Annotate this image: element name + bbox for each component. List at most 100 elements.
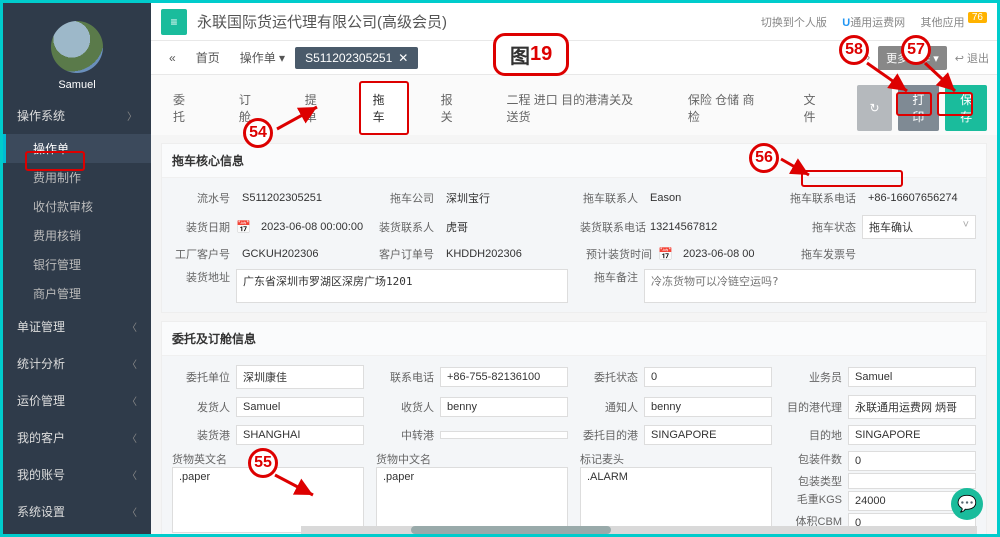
lbl-load-date: 装货日期 bbox=[172, 219, 236, 235]
notification-badge[interactable]: 76 bbox=[968, 12, 987, 23]
val-pkg-type bbox=[848, 473, 976, 489]
menu-group-doc[interactable]: 单证管理〈 bbox=[3, 308, 151, 345]
val-dest-agent: 永联通用运费网 炳哥 bbox=[848, 395, 976, 419]
sidebar-item-fee-create[interactable]: 费用制作 bbox=[3, 163, 151, 192]
sidebar-item-payment-audit[interactable]: 收付款审核 bbox=[3, 192, 151, 221]
select-tow-status[interactable]: 拖车确认˅ bbox=[862, 215, 976, 239]
menu-group-price[interactable]: 运价管理〈 bbox=[3, 382, 151, 419]
menu-group-operations[interactable]: 操作系统〉 bbox=[3, 97, 151, 134]
link-switch-personal[interactable]: 切换到个人版 bbox=[761, 17, 827, 29]
lbl-trans-port: 中转港 bbox=[376, 427, 440, 443]
tab-nav-fwd[interactable]: » bbox=[864, 52, 870, 64]
more-actions-button[interactable]: 更多操作 ▾ bbox=[878, 46, 947, 70]
sidebar-item-merchant-mgmt[interactable]: 商户管理 bbox=[3, 279, 151, 308]
subtab-insurance[interactable]: 保险 仓储 商检 bbox=[676, 83, 772, 133]
val-eng-name: .paper bbox=[172, 467, 364, 533]
menu-group-customer[interactable]: 我的客户〈 bbox=[3, 419, 151, 456]
lbl-tow-contact: 拖车联系人 bbox=[580, 190, 644, 206]
val-notify: benny bbox=[644, 397, 772, 417]
close-icon[interactable]: ✕ bbox=[398, 51, 408, 65]
val-serial-no: S511202305251 bbox=[236, 189, 364, 207]
menu-toggle-icon[interactable]: ≡ bbox=[161, 9, 187, 35]
menu-group-account[interactable]: 我的账号〈 bbox=[3, 456, 151, 493]
refresh-icon: ↻ bbox=[869, 101, 879, 115]
val-load-phone: 13214567812 bbox=[644, 218, 772, 236]
sidebar-item-bank-mgmt[interactable]: 银行管理 bbox=[3, 250, 151, 279]
val-pkg-count: 0 bbox=[848, 451, 976, 471]
tab-nav-back[interactable]: « bbox=[159, 47, 186, 69]
exit-button[interactable]: ↩ 退出 bbox=[955, 50, 989, 66]
val-load-date[interactable]: 2023-06-08 00:00:00 bbox=[255, 218, 364, 236]
calendar-icon[interactable]: 📅 bbox=[236, 220, 251, 234]
lbl-chn-name: 货物中文名 bbox=[376, 451, 437, 467]
save-button[interactable]: 保存 bbox=[945, 85, 987, 131]
lbl-dest-agent: 目的港代理 bbox=[784, 399, 848, 415]
subtab-bill[interactable]: 提单 bbox=[293, 83, 339, 133]
val-phone: +86-755-82136100 bbox=[440, 367, 568, 387]
lbl-notify: 通知人 bbox=[580, 399, 644, 415]
val-trans-port bbox=[440, 431, 568, 439]
lbl-load-port: 装货港 bbox=[172, 427, 236, 443]
link-other-apps[interactable]: 其他应用 bbox=[921, 17, 965, 29]
lbl-load-contact: 装货联系人 bbox=[376, 219, 440, 235]
sidebar-item-operation-sheet[interactable]: 操作单 bbox=[3, 134, 151, 163]
val-status: 0 bbox=[644, 367, 772, 387]
lbl-client: 委托单位 bbox=[172, 369, 236, 385]
subtab-trailer[interactable]: 拖车 bbox=[359, 81, 409, 135]
subtab-customs[interactable]: 报关 bbox=[429, 83, 475, 133]
val-load-contact: 虎哥 bbox=[440, 216, 568, 238]
lbl-sales: 业务员 bbox=[784, 369, 848, 385]
lbl-eng-name: 货物英文名 bbox=[172, 451, 233, 467]
val-consignee: benny bbox=[440, 397, 568, 417]
lbl-weight: 毛重KGS bbox=[784, 491, 848, 511]
lbl-status: 委托状态 bbox=[580, 369, 644, 385]
chat-fab[interactable]: 💬 bbox=[951, 488, 983, 520]
menu-group-stats[interactable]: 统计分析〈 bbox=[3, 345, 151, 382]
print-button[interactable]: 打印 bbox=[898, 85, 940, 131]
subtab-file[interactable]: 文件 bbox=[792, 83, 838, 133]
val-sales: Samuel bbox=[848, 367, 976, 387]
val-cust-order: KHDDH202306 bbox=[440, 245, 568, 263]
val-est-time[interactable]: 2023-06-08 00 bbox=[677, 245, 772, 263]
subtab-booking[interactable]: 订舱 bbox=[227, 83, 273, 133]
sidebar-item-fee-verify[interactable]: 费用核销 bbox=[3, 221, 151, 250]
lbl-load-addr: 装货地址 bbox=[172, 269, 236, 285]
val-tow-company: 深圳宝行 bbox=[440, 187, 568, 209]
lbl-invoice: 拖车发票号 bbox=[784, 246, 862, 262]
lbl-shipper: 发货人 bbox=[172, 399, 236, 415]
tab-current-order[interactable]: S511202305251✕ bbox=[295, 47, 418, 69]
horizontal-scrollbar[interactable] bbox=[301, 526, 977, 534]
user-name: Samuel bbox=[3, 79, 151, 91]
company-title: 永联国际货运代理有限公司(高级会员) bbox=[197, 11, 749, 32]
subtab-entrust[interactable]: 委托 bbox=[161, 83, 207, 133]
input-load-addr[interactable]: 广东省深圳市罗湖区深房广场1201 bbox=[236, 269, 568, 303]
lbl-factory: 工厂客户号 bbox=[172, 246, 236, 262]
refresh-button[interactable]: ↻ bbox=[857, 85, 891, 131]
lbl-cust-order: 客户订单号 bbox=[376, 246, 440, 262]
input-remark[interactable] bbox=[644, 269, 976, 303]
link-freight[interactable]: U通用运费网 bbox=[842, 17, 905, 29]
lbl-dest-port: 委托目的港 bbox=[580, 427, 644, 443]
chat-icon: 💬 bbox=[957, 494, 977, 514]
val-client: 深圳康佳 bbox=[236, 365, 364, 389]
lbl-remark: 拖车备注 bbox=[580, 269, 644, 285]
lbl-load-phone: 装货联系电话 bbox=[580, 219, 644, 235]
subtab-second[interactable]: 二程 进口 目的港清关及送货 bbox=[494, 83, 655, 133]
val-dest: SINGAPORE bbox=[848, 425, 976, 445]
lbl-consignee: 收货人 bbox=[376, 399, 440, 415]
avatar[interactable] bbox=[51, 21, 103, 73]
lbl-tow-phone: 拖车联系电话 bbox=[784, 190, 862, 206]
val-shipper: Samuel bbox=[236, 397, 364, 417]
panel-trailer-core-title: 拖车核心信息 bbox=[162, 144, 986, 178]
chevron-down-icon: 〉 bbox=[127, 108, 137, 123]
tab-home[interactable]: 首页 bbox=[186, 45, 230, 70]
tab-operation[interactable]: 操作单 ▾ bbox=[230, 45, 295, 70]
val-mark: .ALARM bbox=[580, 467, 772, 533]
chevron-down-icon: ˅ bbox=[963, 219, 969, 231]
lbl-dest: 目的地 bbox=[784, 427, 848, 443]
val-tow-contact: Eason bbox=[644, 189, 772, 207]
val-invoice bbox=[862, 251, 976, 257]
val-dest-port: SINGAPORE bbox=[644, 425, 772, 445]
calendar-icon[interactable]: 📅 bbox=[658, 247, 673, 261]
menu-group-system[interactable]: 系统设置〈 bbox=[3, 493, 151, 530]
